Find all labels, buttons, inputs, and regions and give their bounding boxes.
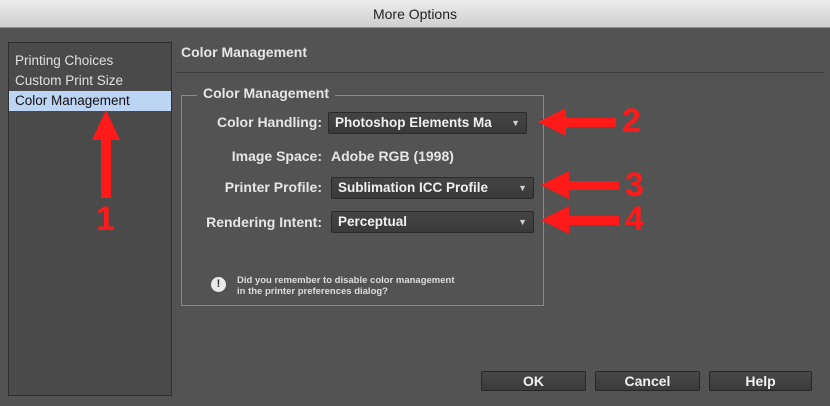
annotation-number-4: 4 bbox=[625, 200, 644, 238]
window-titlebar: More Options bbox=[0, 0, 830, 28]
left-arrow-icon bbox=[541, 206, 619, 234]
window-title: More Options bbox=[372, 5, 458, 22]
left-arrow-icon bbox=[541, 171, 619, 199]
annotation-number-2: 2 bbox=[622, 102, 641, 140]
dialog-body: Printing Choices Custom Print Size Color… bbox=[0, 28, 830, 406]
annotation-overlay bbox=[92, 108, 619, 234]
left-arrow-icon bbox=[538, 108, 616, 136]
up-arrow-icon bbox=[92, 110, 120, 198]
annotation-number-1: 1 bbox=[96, 200, 115, 238]
